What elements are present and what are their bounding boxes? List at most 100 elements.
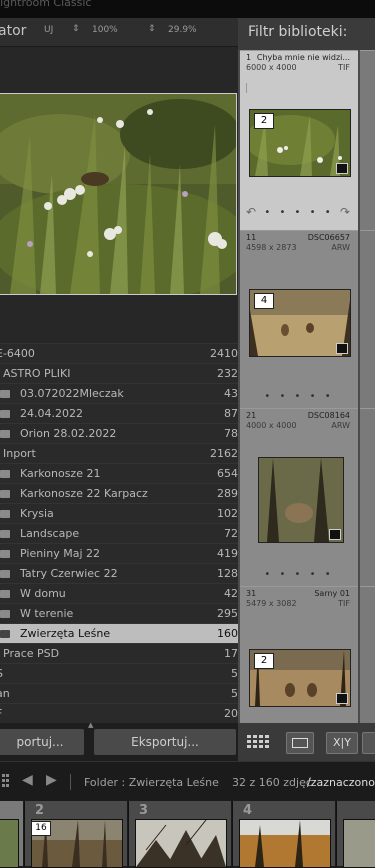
grid-cell-filetype: TIF: [338, 63, 350, 72]
filmstrip[interactable]: 2 16 3 4: [0, 801, 375, 868]
filmstrip-cell-partial[interactable]: [336, 801, 375, 868]
grid-thumbnail[interactable]: 4: [249, 289, 351, 357]
folder-row[interactable]: Krysia 102: [0, 503, 238, 524]
stack-count-badge[interactable]: 2: [254, 113, 274, 129]
grid-cell-partial[interactable]: [360, 408, 375, 605]
window-title-bar: Lightroom Classic: [0, 0, 375, 18]
survey-view-icon[interactable]: [362, 732, 375, 754]
import-button[interactable]: portuj...: [0, 729, 84, 755]
grid-cell-partial[interactable]: [360, 230, 375, 427]
grid-cell-filetype: ARW: [331, 243, 350, 252]
library-filter-bar: Filtr biblioteki:: [238, 18, 375, 50]
folder-count: 42: [224, 587, 238, 600]
grid-cell-partial[interactable]: [360, 50, 375, 247]
rotate-left-icon[interactable]: ↶: [246, 205, 256, 219]
navigator-header: ator UJ 100% ⇕ 29.9% ⇕: [0, 18, 238, 47]
grid-icon[interactable]: [2, 774, 10, 788]
zoom-stepper-icon[interactable]: ⇕: [72, 24, 80, 34]
zoom-100-option[interactable]: 100%: [92, 25, 118, 35]
grid-cell-filename: Chyba mnie nie widzi...: [256, 53, 350, 62]
folder-row[interactable]: Karkonosze 22 Karpacz 289: [0, 483, 238, 504]
filmstrip-cell[interactable]: 2 16: [24, 801, 127, 868]
grid-view-icon[interactable]: [246, 732, 274, 752]
folder-row[interactable]: Orion 28.02.2022 78: [0, 423, 238, 444]
folder-row[interactable]: Tatry Czerwiec 22 128: [0, 563, 238, 584]
loupe-view-icon[interactable]: [286, 732, 314, 754]
filmstrip-thumbnail[interactable]: [239, 819, 331, 868]
folder-source-label[interactable]: Folder : Zwierzęta Leśne: [84, 776, 219, 789]
zoom-custom-stepper-icon[interactable]: ⇕: [148, 24, 156, 34]
flag-icon[interactable]: [246, 83, 255, 93]
rating-dots[interactable]: • • • • •: [240, 569, 358, 580]
grid-cell-partial[interactable]: [360, 586, 375, 723]
folder-row[interactable]: W domu 42: [0, 583, 238, 604]
thumbnail-grid[interactable]: 1 Chyba mnie nie widzi... 6000 x 4000 TIF 2 •…: [238, 50, 375, 723]
folder-icon: [0, 590, 10, 598]
folder-name: ASTRO PLIKI: [3, 367, 71, 380]
folder-count: 72: [224, 527, 238, 540]
navigator-preview[interactable]: [0, 47, 238, 343]
photo-count-label: 32 z 160 zdjęć: [232, 776, 312, 789]
forward-arrow-icon[interactable]: ▶: [46, 772, 57, 788]
folder-row[interactable]: E-6400 2410: [0, 343, 238, 364]
back-arrow-icon[interactable]: ◀: [22, 772, 33, 788]
filmstrip-cell[interactable]: 3: [128, 801, 231, 868]
folder-count: 5: [231, 667, 238, 680]
folder-row[interactable]: W terenie 295: [0, 603, 238, 624]
folder-name: Zwierzęta Leśne: [20, 627, 111, 640]
folder-count: 419: [217, 547, 238, 560]
folders-panel: E-6400 2410 ASTRO PLIKI 232 03.072022Mleczak…: [0, 343, 238, 723]
folder-icon: [0, 490, 10, 498]
grid-cell[interactable]: 21 DSC08164 4000 x 4000 ARW • • • • •: [240, 408, 358, 605]
folder-name: Karkonosze 22 Karpacz: [20, 487, 148, 500]
folder-row[interactable]: Inport 2162: [0, 443, 238, 464]
grid-thumbnail[interactable]: 2: [249, 649, 351, 707]
folder-name: W domu: [20, 587, 66, 600]
filmstrip-cell[interactable]: 4: [232, 801, 335, 868]
grid-thumbnail[interactable]: [258, 457, 344, 543]
zoom-fit-option[interactable]: UJ: [44, 25, 53, 35]
folder-name: Orion 28.02.2022: [20, 427, 117, 440]
folder-row[interactable]: ASTRO PLIKI 232: [0, 363, 238, 384]
folder-count: 17: [224, 647, 238, 660]
folder-name: Prace PSD: [3, 647, 60, 660]
folder-icon: [0, 430, 10, 438]
folder-row[interactable]: an 5: [0, 683, 238, 704]
import-export-bar: portuj... Eksportuj... ▲: [0, 721, 238, 761]
folder-row[interactable]: Karkonosze 21 654: [0, 463, 238, 484]
navigator-image[interactable]: [0, 93, 237, 295]
folder-row[interactable]: F 20: [0, 703, 238, 724]
filmstrip-thumbnail[interactable]: [135, 819, 227, 868]
folder-row[interactable]: S5: [0, 663, 238, 684]
rating-dots[interactable]: • • • • •: [240, 391, 358, 402]
compare-view-button[interactable]: X|Y: [326, 732, 358, 754]
grid-cell-filetype: TIF: [338, 599, 350, 608]
folder-count: 2410: [210, 347, 238, 360]
folder-row[interactable]: 03.072022Mleczak 43: [0, 383, 238, 404]
folder-row-selected[interactable]: Zwierzęta Leśne 160: [0, 623, 238, 644]
folder-row[interactable]: Pieniny Maj 22 419: [0, 543, 238, 564]
folder-icon: [0, 510, 10, 518]
selected-count-label: /zaznaczono: [307, 776, 375, 789]
folder-name: Landscape: [20, 527, 80, 540]
folder-count: 78: [224, 427, 238, 440]
grid-cell[interactable]: 11 DSC06657 4598 x 2873 ARW 4 • • • • •: [240, 230, 358, 427]
stack-count-badge[interactable]: 4: [254, 293, 274, 309]
folder-name: an: [0, 687, 10, 700]
export-button[interactable]: Eksportuj...: [94, 729, 236, 755]
grid-cell-filename: DSC08164: [307, 411, 350, 420]
grid-cell-filename: Sarny 01: [314, 589, 350, 598]
stack-count-badge[interactable]: 2: [254, 653, 274, 669]
folder-row[interactable]: 24.04.2022 87: [0, 403, 238, 424]
grid-thumbnail[interactable]: 2: [249, 109, 351, 177]
filmstrip-cell-number: 3: [139, 803, 149, 818]
zoom-custom-option[interactable]: 29.9%: [168, 25, 197, 35]
folder-row[interactable]: Prace PSD 17: [0, 643, 238, 664]
navigator-title: ator: [0, 23, 27, 39]
rotate-right-icon[interactable]: ↷: [340, 205, 350, 219]
filmstrip-cell-partial[interactable]: [0, 801, 23, 868]
folder-row[interactable]: Landscape 72: [0, 523, 238, 544]
panel-collapse-icon[interactable]: ▲: [88, 721, 93, 729]
grid-cell[interactable]: 31Sarny 015479 x 3082TIF2• • • • •: [240, 586, 358, 723]
grid-cell-selected[interactable]: 1 Chyba mnie nie widzi... 6000 x 4000 TIF 2 •…: [240, 50, 358, 247]
